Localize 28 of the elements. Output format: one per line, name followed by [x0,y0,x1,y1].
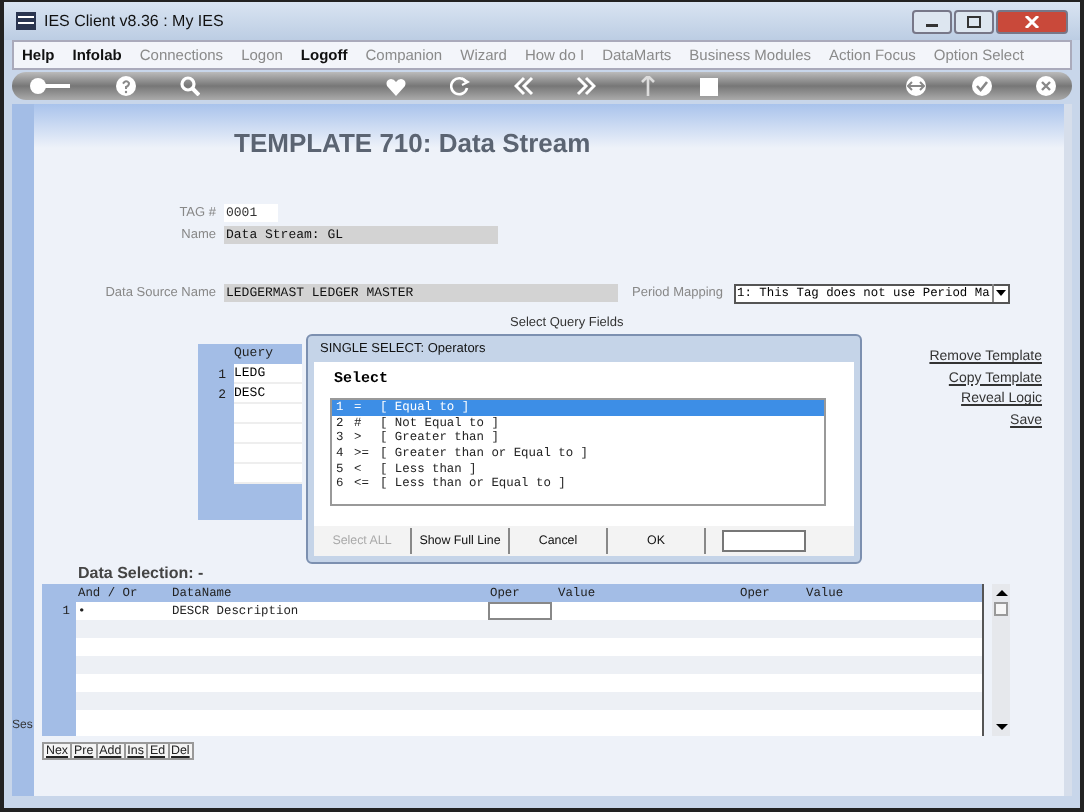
rewind-icon[interactable] [513,76,534,96]
scroll-up-icon[interactable] [995,588,1007,598]
input-field[interactable] [722,530,806,552]
minimize-button[interactable] [912,9,952,33]
maximize-icon [966,15,982,27]
close-icon [1024,15,1040,27]
scroll-thumb[interactable] [994,602,1008,616]
heart-icon[interactable] [386,77,407,95]
section-heading: Data Selection: - [78,564,206,584]
help-icon[interactable] [115,76,136,96]
caret-icon [991,284,1008,302]
up-arrow-icon[interactable] [640,76,657,96]
search-icon[interactable] [179,76,200,96]
check-icon[interactable] [972,76,993,96]
key-icon[interactable] [28,76,72,96]
maximize-button[interactable] [954,9,994,33]
scroll-down-icon[interactable] [995,722,1007,732]
square-icon[interactable] [699,77,718,95]
refresh-icon[interactable] [449,76,470,96]
arrows-icon[interactable] [904,76,929,96]
oper-field[interactable] [488,602,552,620]
close-icon[interactable] [1035,76,1056,96]
fast-forward-icon[interactable] [576,76,597,96]
page-title: TEMPLATE 710: Data Stream [234,128,593,158]
close-button[interactable] [996,9,1068,33]
app-icon [16,12,36,30]
window-title: IES Client v8.36 : My IES [44,12,224,30]
scrollbar[interactable] [992,584,1010,736]
